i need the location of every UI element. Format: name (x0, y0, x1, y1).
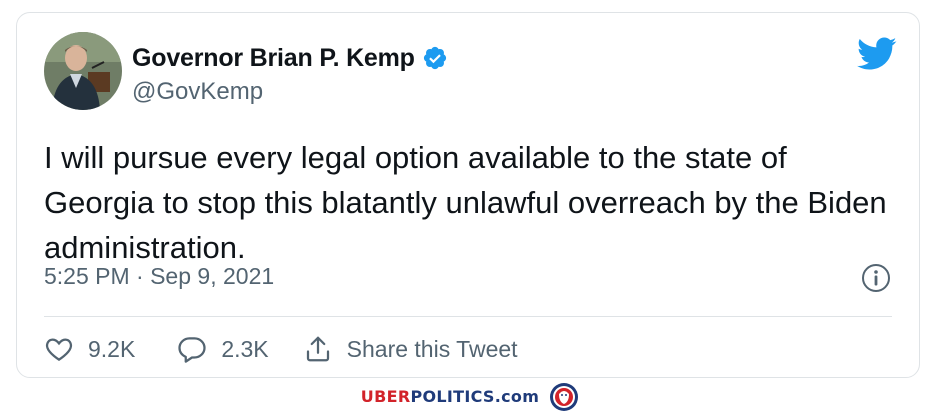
tweet-actions: 9.2K 2.3K Share this Tweet (44, 329, 518, 369)
tweet-text: I will pursue every legal option availab… (44, 140, 887, 265)
divider (44, 316, 892, 317)
twitter-bird-icon[interactable] (857, 37, 897, 71)
verified-badge-icon (422, 45, 448, 71)
reply-bubble-icon (178, 337, 206, 363)
share-icon (306, 336, 329, 362)
watermark-uber: UBER (360, 387, 411, 406)
watermark-politics: POLITICS (410, 387, 495, 406)
tweet-timestamp[interactable]: 5:25 PM · Sep 9, 2021 (44, 263, 274, 290)
author-name-row: Governor Brian P. Kemp (132, 41, 448, 75)
watermark-text[interactable]: UBERPOLITICS.com (361, 387, 539, 406)
reply-count: 2.3K (221, 335, 269, 362)
seal-logo-icon (550, 382, 579, 411)
like-button[interactable]: 9.2K (44, 334, 135, 364)
reply-button[interactable]: 2.3K (177, 334, 269, 364)
share-button[interactable]: Share this Tweet (303, 334, 518, 364)
tweet-card: Governor Brian P. Kemp @GovKemp I will p… (16, 12, 920, 378)
author-block: Governor Brian P. Kemp @GovKemp (132, 41, 448, 106)
author-handle[interactable]: @GovKemp (132, 78, 448, 106)
share-label: Share this Tweet (346, 335, 518, 362)
author-name[interactable]: Governor Brian P. Kemp (132, 44, 415, 73)
heart-icon (45, 338, 73, 361)
info-icon[interactable] (861, 263, 891, 293)
watermark-domain: .com (494, 387, 540, 406)
like-count: 9.2K (88, 335, 136, 362)
avatar[interactable] (44, 32, 122, 110)
watermark-footer: UBERPOLITICS.com (0, 380, 940, 413)
